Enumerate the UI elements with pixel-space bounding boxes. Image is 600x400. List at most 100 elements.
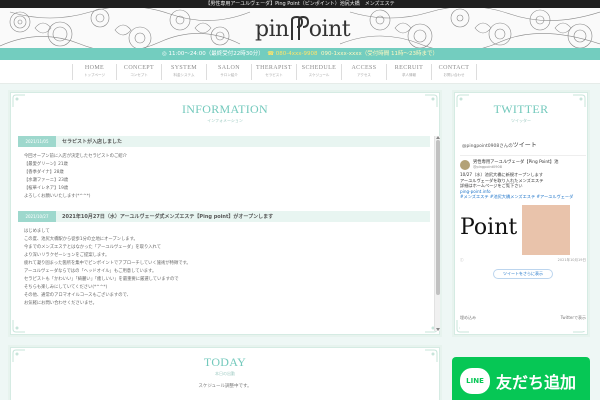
news-title[interactable]: セラピストが入店しました xyxy=(56,138,122,145)
today-title: TODAY xyxy=(203,355,247,369)
logo-text-right: oint xyxy=(308,17,351,42)
nav-label: HOME xyxy=(84,65,105,71)
scrollbar-thumb[interactable] xyxy=(436,140,440,295)
tweet-author-handle[interactable]: @pingpoint0908 xyxy=(473,165,558,169)
nav-item-home[interactable]: HOME トップページ xyxy=(72,64,117,80)
news-line: 今回オープン前に入店が決定したセラピストのご紹介 xyxy=(24,154,127,159)
news-line: セラピストも「かわいい」「綺麗い」「癒しいい」を最重要に厳選していますので xyxy=(24,277,179,282)
logo-mark xyxy=(290,15,309,40)
twitter-panel: TWITTER ツイッター @pingpoint0908さんのツイート 男性専用… xyxy=(452,90,590,337)
news-line: この度、池尻大橋駅から徒歩1分の立地にオープンします。 xyxy=(24,237,138,242)
contact-bar: ◎ 11:00～24:00（最終受付22時30分） ☎ 080-4xxx-990… xyxy=(0,48,600,60)
nav-label: SYSTEM xyxy=(170,65,198,71)
nav-sublabel: トップページ xyxy=(84,73,105,77)
nav-sublabel: コンセプト xyxy=(130,73,148,77)
nav-item-access[interactable]: ACCESS アクセス xyxy=(342,64,387,80)
news-line: はじめまして xyxy=(24,229,50,234)
logo-text-left: pin xyxy=(255,17,289,42)
news-line: よろしくお願いいたします(*^^*) xyxy=(24,194,91,199)
nav-sublabel: セラピスト xyxy=(265,73,283,77)
corner-ornament xyxy=(573,94,586,107)
news-body: はじめまして この度、池尻大橋駅から徒歩1分の立地にオープンします。 今までのメ… xyxy=(18,228,430,308)
corner-ornament xyxy=(456,94,469,107)
tweet-image-photo xyxy=(522,204,570,255)
news-line: 【水瀬ファーニ】23歳 xyxy=(24,178,69,183)
more-tweets-button[interactable]: ツイートをさらに表示 xyxy=(493,268,553,279)
line-add-friend-label: 友だち追加 xyxy=(496,373,577,392)
floral-decoration-right xyxy=(340,8,600,48)
news-title[interactable]: 2021年10月27日（水）アーユルヴェーダ式メンズエステ【Ping point… xyxy=(56,213,273,220)
nav-item-therapist[interactable]: THERAPIST セラピスト xyxy=(252,64,297,80)
today-note: スケジュール調整中です。 xyxy=(198,384,252,389)
news-date: 2021/11/05 xyxy=(18,136,56,147)
main-nav: HOME トップページ CONCEPT コンセプト SYSTEM 料金システム SAL… xyxy=(0,60,600,84)
nav-item-salon[interactable]: SALON サロン紹介 xyxy=(207,64,252,80)
nav-label: RECRUIT xyxy=(394,65,424,71)
nav-item-schedule[interactable]: SCHEDULE スケジュール xyxy=(297,64,342,80)
news-item-header: 2021/10/27 2021年10月27日（水）アーユルヴェーダ式メンズエステ… xyxy=(18,211,430,222)
nav-item-recruit[interactable]: RECRUIT 求人情報 xyxy=(387,64,432,80)
nav-sublabel: 求人情報 xyxy=(402,73,416,77)
top-strip: 【男性専用アーユルヴェーダ】Ping Point（ピンポイント）池尻大橋 メンズ… xyxy=(0,0,600,8)
nav-item-contact[interactable]: CONTACT お問い合わせ xyxy=(432,64,477,80)
nav-item-concept[interactable]: CONCEPT コンセプト xyxy=(117,64,162,80)
header: pin oint xyxy=(0,8,600,48)
nav-label: SALON xyxy=(217,65,240,71)
news-line: 【香季ダイナ】28歳 xyxy=(24,170,64,175)
news-line: より深いリラクゼーションをご提案します。 xyxy=(24,253,110,258)
nav-item-system[interactable]: SYSTEM 料金システム xyxy=(162,64,207,80)
tweet-author[interactable]: 男性専用アーユルヴェーダ【Ping Point】池 @pingpoint0908 xyxy=(460,160,586,170)
floral-decoration-left xyxy=(0,8,251,48)
embed-link[interactable]: 埋め込み xyxy=(460,315,476,321)
news-body: 今回オープン前に入店が決定したセラピストのご紹介 【最愛グリーン】21歳 【香季… xyxy=(18,153,430,201)
corner-ornament xyxy=(12,94,25,107)
news-date: 2021/10/27 xyxy=(18,211,56,222)
twitter-header-from[interactable]: @pingpoint0908さんの xyxy=(462,144,513,149)
information-title: INFORMATION xyxy=(182,102,268,116)
news-line: 疲れて凝り固まった箇所を集中でピンポイントでアプローチしていく施術が特徴です。 xyxy=(24,261,191,266)
line-add-friend-button[interactable]: LINE 友だち追加 xyxy=(452,357,590,400)
tweet-meta: ⓘ 2021年10月19日 xyxy=(460,258,586,263)
nav-sublabel: お問い合わせ xyxy=(443,73,465,77)
divider xyxy=(460,155,586,156)
twitter-subtitle: ツイッター xyxy=(511,118,531,123)
business-hours: ◎ 11:00～24:00（最終受付22時30分） xyxy=(161,51,264,57)
corner-ornament xyxy=(425,349,438,362)
twitter-embed-header: @pingpoint0908さんのツイート xyxy=(460,136,586,153)
tweet-text: 10/27（水）池尻大橋に新規オープンします アーユルヴェーダを取り入れたメンズ… xyxy=(460,172,586,200)
tweet-date[interactable]: 2021年10月19日 xyxy=(558,258,586,263)
nav-label: CONTACT xyxy=(438,65,470,71)
scroll-down-arrow-icon[interactable] xyxy=(436,328,440,331)
news-line: 【最愛グリーン】21歳 xyxy=(24,162,68,167)
twitter-timeline-embed[interactable]: @pingpoint0908さんのツイート 男性専用アーユルヴェーダ【Ping … xyxy=(460,136,586,331)
news-scroll-area[interactable]: 2021/11/05 セラピストが入店しました 今回オープン前に入店が決定したセ… xyxy=(18,136,440,331)
site-logo[interactable]: pin oint xyxy=(255,15,355,46)
corner-ornament xyxy=(12,349,25,362)
phone-number[interactable]: ☎ 080-4xxx-9908 xyxy=(267,51,317,57)
information-subtitle: インフォメーション xyxy=(207,118,243,123)
nav-sublabel: アクセス xyxy=(357,73,371,77)
nav-sublabel: 料金システム xyxy=(173,73,195,77)
news-line: アーユルヴェーダならではの「ヘッドオイル」もご用意しています。 xyxy=(24,269,157,274)
nav-label: SCHEDULE xyxy=(301,65,337,71)
tweet-image[interactable]: Point xyxy=(460,204,570,255)
view-on-twitter-link[interactable]: Twitterで表示 xyxy=(561,315,586,321)
twitter-embed-footer: 埋め込み Twitterで表示 xyxy=(460,315,586,321)
line-logo-icon: LINE xyxy=(460,368,490,394)
phone-hours: 090-1xxx-xxxx（受付時間 11時～23時まで） xyxy=(321,51,439,57)
news-line: 今までのメンズエステとはなかった「アーユルヴェーダ」を取り入れて xyxy=(24,245,162,250)
news-line: お気軽にお問い合わせくださいませ。 xyxy=(24,301,97,306)
news-item-header: 2021/11/05 セラピストが入店しました xyxy=(18,136,430,147)
avatar[interactable] xyxy=(460,160,470,170)
tweet-hashtags[interactable]: #メンズエステ #池尻大橋メンズエステ #アーユルヴェーダ xyxy=(460,194,586,200)
information-panel: INFORMATION インフォメーション 2021/11/05 セラピストが入… xyxy=(8,90,442,337)
corner-ornament xyxy=(425,94,438,107)
tweet-image-word: Point xyxy=(460,214,518,240)
twitter-title: TWITTER xyxy=(493,102,549,116)
scroll-up-arrow-icon[interactable] xyxy=(436,136,440,139)
info-icon[interactable]: ⓘ xyxy=(460,258,464,263)
news-scrollbar[interactable] xyxy=(434,136,440,331)
nav-sublabel: サロン紹介 xyxy=(220,73,238,77)
nav-sublabel: スケジュール xyxy=(308,73,330,77)
today-subtitle: 本日の出勤 xyxy=(215,371,235,376)
